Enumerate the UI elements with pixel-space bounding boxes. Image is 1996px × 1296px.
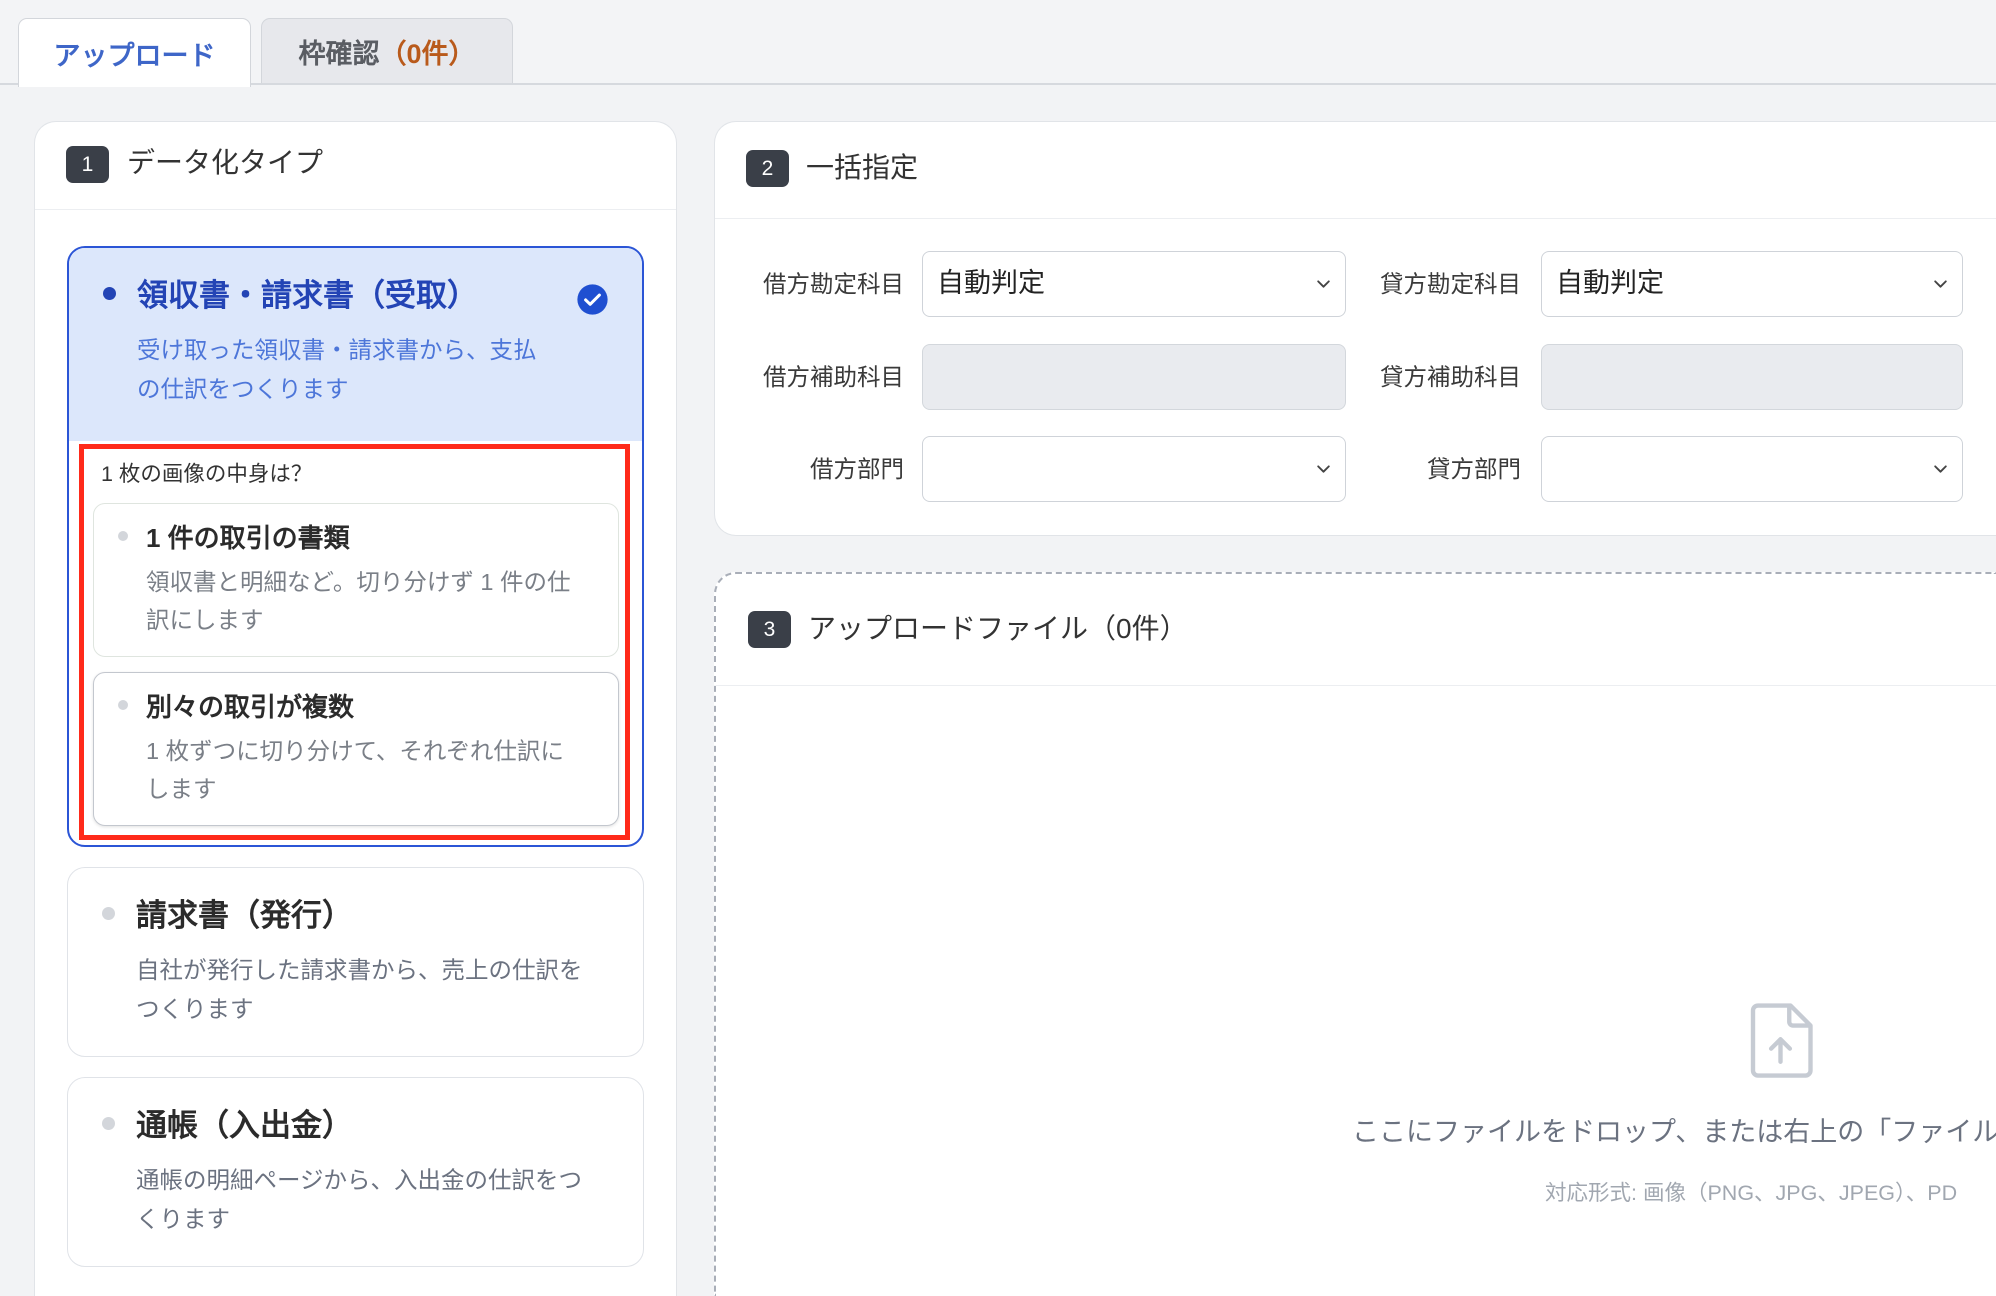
dropzone-message: ここにファイルをドロップ、または右上の「ファイル bbox=[1352, 1117, 1996, 1147]
option-description: 自社が発行した請求書から、売上の仕訳をつくります bbox=[136, 957, 583, 1022]
credit-department-select[interactable] bbox=[1541, 436, 1963, 502]
option-bullet-icon bbox=[103, 287, 116, 300]
bulk-settings-panel: 2 一括指定 借方勘定科目 自動判定 貸方勘定科目 自動判定 借方補助科目 貸方… bbox=[714, 121, 1996, 536]
credit-account-value: 自動判定 bbox=[1556, 268, 1664, 298]
file-upload-icon bbox=[1750, 1003, 1813, 1078]
check-circle-icon bbox=[577, 284, 608, 315]
option-description: 通帳の明細ページから、入出金の仕訳をつくります bbox=[136, 1167, 583, 1232]
data-type-option-bankbook[interactable]: 通帳（入出金） 通帳の明細ページから、入出金の仕訳をつくります bbox=[67, 1077, 644, 1267]
debit-sub-account-label: 借方補助科目 bbox=[763, 364, 904, 390]
tab-upload-label: アップロード bbox=[53, 40, 216, 71]
data-type-option-receipt[interactable]: 領収書・請求書（受取） 受け取った領収書・請求書から、支払の仕訳をつくります 1… bbox=[67, 246, 644, 847]
sub-option-bullet-icon bbox=[118, 531, 128, 541]
option-bullet-icon bbox=[102, 1117, 115, 1130]
app-root: アップロード 枠確認 （0件） 1 データ化タイプ 領収書・請求書（受取） 受け取… bbox=[0, 0, 1996, 1296]
sub-option-description: 1 枚ずつに切り分けて、それぞれ仕訳にします bbox=[146, 738, 564, 802]
tab-frame-check[interactable]: 枠確認 （0件） bbox=[261, 18, 513, 83]
tab-upload[interactable]: アップロード bbox=[18, 18, 251, 87]
credit-account-select[interactable]: 自動判定 bbox=[1541, 251, 1963, 317]
data-type-panel: 1 データ化タイプ 領収書・請求書（受取） 受け取った領収書・請求書から、支払の… bbox=[34, 121, 677, 1296]
tab-frame-check-label: 枠確認 bbox=[298, 38, 380, 69]
credit-sub-account-field bbox=[1541, 344, 1963, 410]
chevron-down-icon bbox=[1317, 280, 1330, 288]
sub-option-description: 領収書と明細など。切り分けず 1 件の仕訳にします bbox=[146, 569, 571, 633]
credit-department-label: 貸方部門 bbox=[1427, 456, 1521, 482]
debit-department-select[interactable] bbox=[922, 436, 1346, 502]
panel-divider bbox=[716, 685, 1996, 686]
panel-title: データ化タイプ bbox=[127, 147, 324, 178]
chevron-down-icon bbox=[1317, 465, 1330, 473]
step-badge: 1 bbox=[66, 146, 109, 183]
debit-department-label: 借方部門 bbox=[810, 456, 904, 482]
dropzone-supported-formats: 対応形式: 画像（PNG、JPG、JPEG）、PD bbox=[1545, 1181, 1958, 1205]
data-type-option-invoice-issued[interactable]: 請求書（発行） 自社が発行した請求書から、売上の仕訳をつくります bbox=[67, 867, 644, 1057]
option-description: 受け取った領収書・請求書から、支払の仕訳をつくります bbox=[137, 337, 537, 402]
panel-divider bbox=[35, 209, 676, 210]
sub-option-title: 1 件の取引の書類 bbox=[146, 523, 350, 553]
option-title: 領収書・請求書（受取） bbox=[137, 278, 478, 313]
sub-option-multiple-transactions[interactable]: 別々の取引が複数 1 枚ずつに切り分けて、それぞれ仕訳にします bbox=[93, 672, 619, 826]
sub-option-single-transaction[interactable]: 1 件の取引の書類 領収書と明細など。切り分けず 1 件の仕訳にします bbox=[93, 503, 619, 657]
tab-bar: アップロード 枠確認 （0件） bbox=[0, 0, 1996, 87]
chevron-down-icon bbox=[1934, 465, 1947, 473]
panel-divider bbox=[715, 218, 1996, 219]
step-badge: 3 bbox=[748, 611, 791, 648]
sub-question: 1 枚の画像の中身は？ bbox=[101, 462, 313, 486]
sub-option-bullet-icon bbox=[118, 700, 128, 710]
upload-dropzone[interactable]: 3 アップロードファイル（0件） ここにファイルをドロップ、または右上の「ファイ… bbox=[714, 572, 1996, 1296]
tab-frame-check-count: （0件） bbox=[379, 38, 476, 69]
option-title: 請求書（発行） bbox=[136, 898, 353, 933]
sub-option-title: 別々の取引が複数 bbox=[146, 692, 355, 722]
option-bullet-icon bbox=[102, 907, 115, 920]
panel-title: 一括指定 bbox=[806, 152, 919, 183]
debit-account-value: 自動判定 bbox=[937, 268, 1045, 298]
debit-sub-account-field bbox=[922, 344, 1346, 410]
debit-account-label: 借方勘定科目 bbox=[763, 271, 904, 297]
panel-title: アップロードファイル（0件） bbox=[808, 613, 1188, 644]
step-badge: 2 bbox=[746, 150, 789, 187]
option-title: 通帳（入出金） bbox=[136, 1108, 353, 1143]
debit-account-select[interactable]: 自動判定 bbox=[922, 251, 1346, 317]
credit-account-label: 貸方勘定科目 bbox=[1380, 271, 1521, 297]
chevron-down-icon bbox=[1934, 280, 1947, 288]
credit-sub-account-label: 貸方補助科目 bbox=[1380, 364, 1521, 390]
